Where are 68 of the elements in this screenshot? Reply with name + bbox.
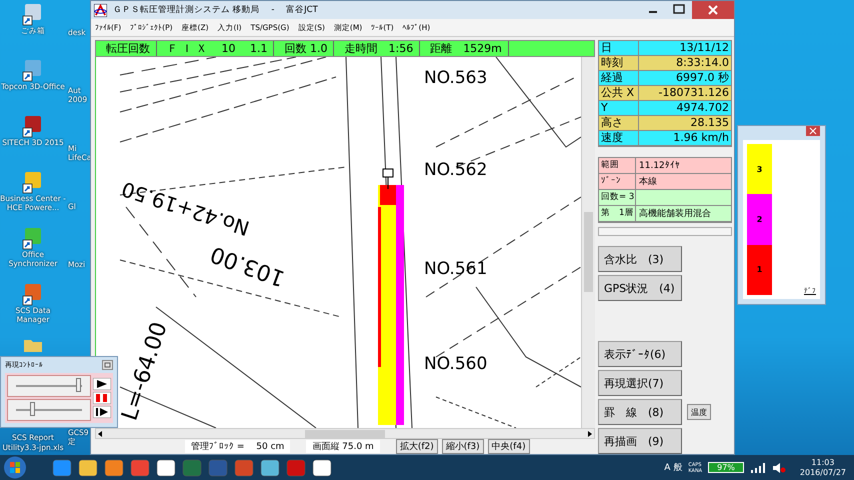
play-icon[interactable] [93,378,111,390]
range-value: 高機能舗装用混合 [638,208,711,220]
function-button[interactable]: 再描画 (9) [598,428,682,454]
taskbar-app-icon[interactable] [76,458,100,478]
info-value: -180731.126 [658,86,730,100]
map-label: NO.563 [424,68,488,88]
function-button[interactable]: 表示ﾃﾞｰﾀ(6) [598,341,682,367]
info-value: 28.135 [690,116,730,130]
zoom-button[interactable]: 拡大(f2) [396,439,438,454]
battery-indicator[interactable]: 97% [708,462,744,473]
function-button[interactable]: 含水比 (3) [598,246,682,272]
header-cell: 回数 1.0 [278,41,334,56]
network-icon[interactable] [750,462,766,474]
range-label: 第 1層 [599,206,636,221]
close-icon[interactable] [102,360,113,370]
function-button[interactable]: GPS状況 (4) [598,275,682,301]
info-label: 速度 [599,131,639,145]
clock-date[interactable]: 2016/07/27 [800,468,846,478]
range-label: ｿﾞｰﾝ [599,174,636,189]
info-value: 6997.0 秒 [675,71,730,85]
header-cell: 距離 1529m [424,41,509,56]
header-cell: 走時間 1:56 [338,41,420,56]
range-value: 本線 [638,176,657,188]
ime-indicator[interactable]: A 般 [664,461,682,474]
app-logo-icon [94,4,107,16]
info-label: 高さ [599,116,639,130]
info-label: 日 [599,41,639,55]
step-forward-icon[interactable] [93,406,111,418]
map-label: NO.562 [424,160,488,180]
info-label: 公共 X [599,86,639,100]
close-icon[interactable] [806,126,820,136]
function-button[interactable]: 再現選択(7) [598,370,682,396]
info-label: 時刻 [599,56,639,70]
clock-time[interactable]: 11:03 [811,458,834,468]
header-cell: 転圧回数 [100,41,157,56]
roller-marker-icon [382,168,394,190]
screen-height-text: 画面縦 75.0 m [306,440,380,453]
info-value: 4974.702 [676,101,730,115]
playback-slider[interactable] [7,375,91,397]
layer-number: 1 [756,265,762,274]
info-value: 8:33:14.0 [675,56,730,70]
info-label: 経過 [599,71,639,85]
range-label: 範囲 [599,158,636,173]
playback-slider[interactable] [7,399,91,421]
taskbar-app-icon[interactable] [154,458,178,478]
taskbar-app-icon[interactable] [258,458,282,478]
taskbar-app-icon[interactable] [310,458,334,478]
horizontal-scrollbar[interactable] [95,428,595,439]
info-label: Y [599,101,639,115]
map-label: NO.560 [424,354,488,374]
block-size-text: 管理ﾌﾞﾛｯｸ = 50 cm [185,440,290,453]
layer-number: 3 [756,164,762,174]
close-icon[interactable] [692,1,734,19]
vertical-scrollbar[interactable] [581,57,595,428]
temperature-button[interactable]: 温度 [687,404,711,420]
zoom-button[interactable]: 縮小(f3) [442,439,484,454]
speaker-icon[interactable] [772,462,786,474]
function-button[interactable]: 罫 線 (8) [598,399,682,425]
range-value: 11.12ﾀｲﾔ [638,160,680,171]
range-label: 回数= 3 [599,190,636,205]
header-cell: Ｆ Ｉ Ｘ 10 1.1 [161,41,274,56]
info-value: 1.96 km/h [672,131,730,145]
window-title: ＧＰＳ転圧管理計測システム 移動局 - 富谷JCT [113,4,319,16]
layer-number: 2 [756,214,762,224]
pause-icon[interactable] [93,392,111,404]
zoom-button[interactable]: 中央(f4) [488,439,530,454]
map-label: NO.561 [424,259,488,279]
info-value: 13/11/12 [678,41,730,55]
